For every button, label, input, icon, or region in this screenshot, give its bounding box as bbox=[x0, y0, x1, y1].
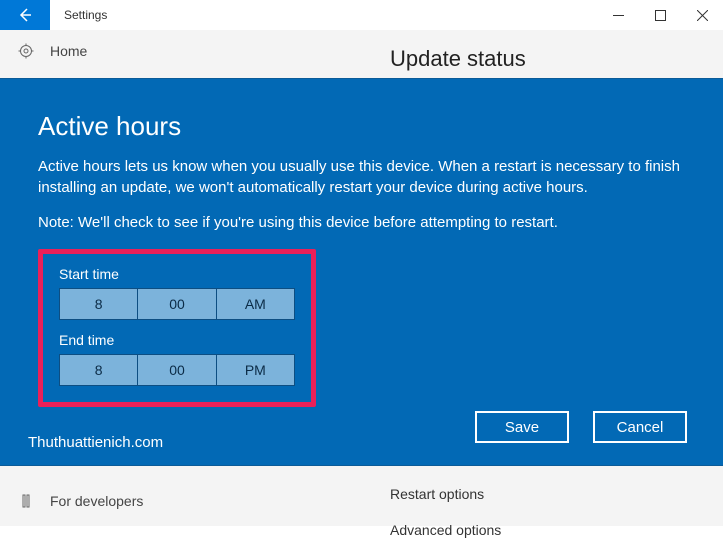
page-heading: Update status bbox=[390, 46, 723, 72]
gear-icon bbox=[18, 43, 34, 59]
option-advanced[interactable]: Advanced options bbox=[390, 522, 723, 538]
arrow-left-icon bbox=[17, 7, 33, 23]
active-hours-dialog: Active hours Active hours lets us know w… bbox=[0, 78, 723, 466]
start-hour[interactable]: 8 bbox=[60, 289, 138, 319]
close-icon bbox=[697, 10, 708, 21]
end-hour[interactable]: 8 bbox=[60, 355, 138, 385]
start-time-label: Start time bbox=[59, 266, 295, 282]
sidebar-item-developers[interactable]: For developers bbox=[0, 480, 300, 522]
dialog-title: Active hours bbox=[38, 111, 685, 142]
start-period[interactable]: AM bbox=[217, 289, 294, 319]
dialog-buttons: Save Cancel bbox=[475, 411, 687, 443]
end-block: End time 8 00 PM bbox=[59, 332, 295, 386]
end-time-label: End time bbox=[59, 332, 295, 348]
start-time-picker[interactable]: 8 00 AM bbox=[59, 288, 295, 320]
title-bar: Settings bbox=[0, 0, 723, 30]
dialog-description: Active hours lets us know when you usual… bbox=[38, 156, 685, 198]
maximize-icon bbox=[655, 10, 666, 21]
end-time-picker[interactable]: 8 00 PM bbox=[59, 354, 295, 386]
window-title: Settings bbox=[50, 0, 121, 30]
end-minute[interactable]: 00 bbox=[138, 355, 216, 385]
cancel-button[interactable]: Cancel bbox=[593, 411, 687, 443]
sidebar-item-label: For developers bbox=[50, 493, 143, 509]
close-button[interactable] bbox=[681, 0, 723, 30]
sidebar-item-home[interactable]: Home bbox=[0, 30, 300, 72]
title-spacer bbox=[121, 0, 597, 30]
minimize-button[interactable] bbox=[597, 0, 639, 30]
minimize-icon bbox=[613, 10, 624, 21]
dialog-note: Note: We'll check to see if you're using… bbox=[38, 214, 685, 231]
watermark: Thuthuattienich.com bbox=[28, 434, 163, 451]
dialog-inner: Active hours Active hours lets us know w… bbox=[0, 79, 723, 427]
time-picker-group: Start time 8 00 AM End time 8 00 PM bbox=[38, 249, 316, 407]
maximize-button[interactable] bbox=[639, 0, 681, 30]
sidebar-item-label: Home bbox=[50, 43, 87, 59]
back-button[interactable] bbox=[0, 0, 50, 30]
end-period[interactable]: PM bbox=[217, 355, 294, 385]
save-button[interactable]: Save bbox=[475, 411, 569, 443]
option-restart[interactable]: Restart options bbox=[390, 486, 723, 502]
start-minute[interactable]: 00 bbox=[138, 289, 216, 319]
developer-icon bbox=[18, 493, 34, 509]
